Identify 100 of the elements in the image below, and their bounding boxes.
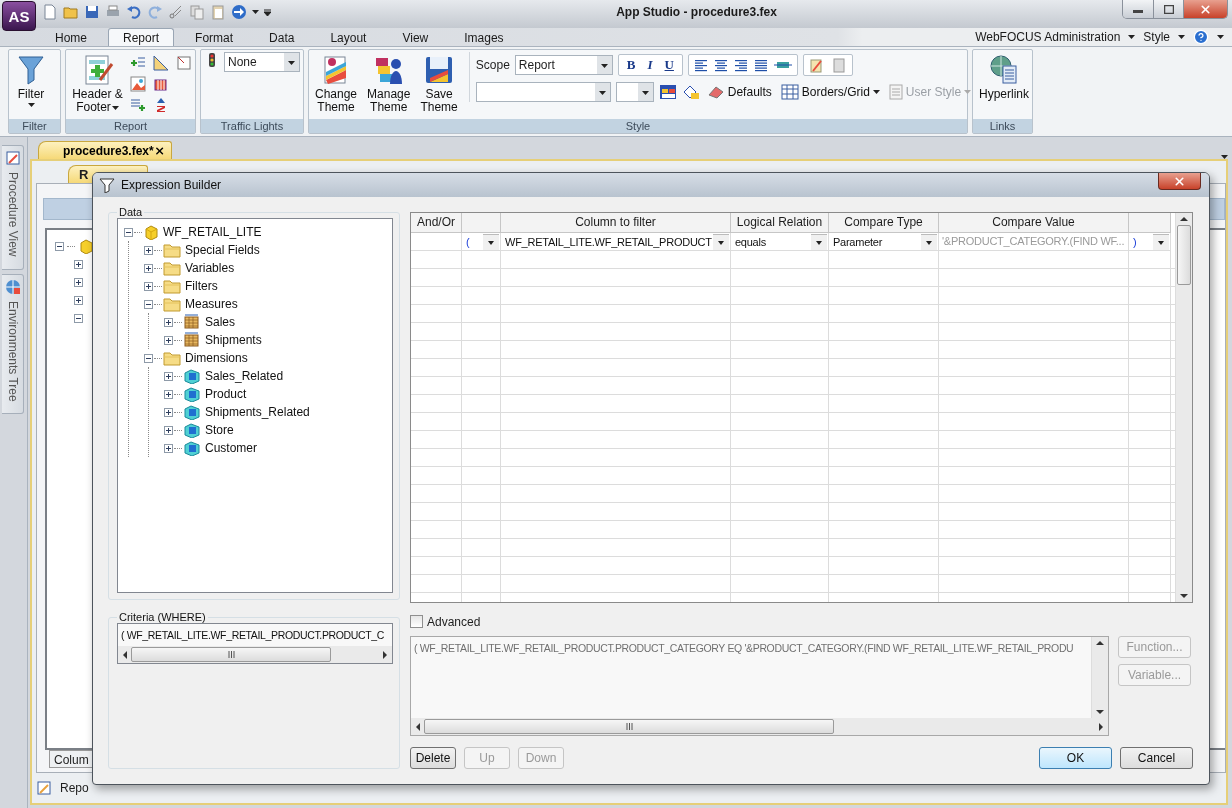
list-plus-icon[interactable] — [130, 97, 146, 113]
collapse-icon[interactable] — [144, 353, 153, 363]
close-button[interactable] — [1183, 0, 1227, 18]
criteria-field[interactable]: ( WF_RETAIL_LITE.WF_RETAIL_PRODUCT.PRODUCT_C — [117, 623, 393, 664]
action-button[interactable]: Delete — [410, 747, 456, 769]
tree-item[interactable]: Product — [205, 387, 247, 401]
status-tab[interactable]: Repo — [60, 781, 89, 795]
expand-icon[interactable] — [74, 277, 83, 287]
scroll-left-icon[interactable] — [415, 722, 421, 731]
cube-stack-icon[interactable] — [153, 76, 169, 92]
expand-icon[interactable] — [74, 295, 83, 305]
tree-item[interactable]: Shipments_Related — [205, 405, 310, 419]
close-button[interactable] — [1158, 173, 1201, 190]
expand-icon[interactable] — [164, 389, 173, 399]
scroll-left-icon[interactable] — [122, 650, 128, 659]
expand-icon[interactable] — [144, 263, 153, 273]
style-action-button[interactable]: Borders/Grid — [778, 84, 882, 100]
align-right-icon[interactable] — [733, 58, 748, 72]
align-left-icon[interactable] — [693, 58, 708, 72]
traffic-lights-select[interactable]: None — [224, 52, 300, 72]
app-logo[interactable]: AS — [2, 1, 36, 31]
collapse-icon[interactable] — [124, 227, 133, 237]
scroll-right-icon[interactable] — [1098, 722, 1104, 731]
maximize-button[interactable] — [1153, 0, 1183, 18]
help-button[interactable] — [1193, 29, 1224, 45]
scissors-icon[interactable] — [168, 4, 184, 20]
clipboard-icon[interactable] — [830, 57, 847, 73]
menu-button[interactable]: Style — [1143, 30, 1185, 44]
expand-icon[interactable] — [164, 425, 173, 435]
format-button[interactable]: U — [661, 57, 677, 73]
paint-bucket-icon[interactable] — [681, 84, 700, 100]
scroll-thumb[interactable] — [424, 719, 834, 734]
header-footer-button[interactable]: Header & Footer — [69, 52, 126, 116]
format-button[interactable]: I — [644, 57, 656, 73]
expand-icon[interactable] — [164, 371, 173, 381]
ribbon-tab[interactable]: Report — [108, 28, 175, 46]
tree-item[interactable]: Measures — [185, 297, 238, 311]
ribbon-tab[interactable]: Format — [180, 28, 249, 46]
expand-icon[interactable] — [144, 245, 153, 255]
expand-icon[interactable] — [164, 443, 173, 453]
paint-brush-icon[interactable] — [808, 57, 825, 73]
ruler-icon[interactable] — [153, 55, 169, 71]
expression-field[interactable]: ( WF_RETAIL_LITE.WF_RETAIL_PRODUCT.PRODUCT_CATEGORY EQ '&PRODUCT_CATEGORY.(FIND WF_RETAIL_LITE.WF_RETAIL_PRODU — [410, 635, 1109, 736]
paren-select[interactable]: ) — [1129, 233, 1171, 251]
relation-select[interactable]: equals — [731, 233, 829, 251]
tree-item[interactable]: Store — [205, 423, 234, 437]
hyperlink-button[interactable]: Hyperlink — [976, 52, 1032, 103]
theme-button[interactable]: Manage Theme — [364, 52, 414, 116]
ribbon-tab[interactable]: View — [387, 28, 444, 46]
vertical-scrollbar[interactable] — [1091, 636, 1108, 718]
collapse-icon[interactable] — [144, 299, 153, 309]
theme-button[interactable]: Save Theme — [417, 52, 461, 116]
scroll-down-icon[interactable] — [1096, 709, 1104, 715]
customize-icon[interactable] — [264, 8, 271, 16]
side-panel-tab[interactable]: Environments Tree — [2, 273, 24, 415]
scroll-down-icon[interactable] — [1180, 592, 1188, 599]
ribbon-tab[interactable]: Images — [449, 28, 519, 46]
ok-button[interactable]: OK — [1039, 747, 1112, 769]
style-action-button[interactable]: Defaults — [704, 84, 774, 100]
close-icon[interactable] — [153, 144, 165, 157]
expand-icon[interactable] — [144, 281, 153, 291]
tree-item[interactable]: Filters — [185, 279, 218, 293]
arrow-circle-icon[interactable] — [231, 4, 247, 20]
expand-icon[interactable] — [74, 259, 83, 269]
format-button[interactable]: B — [623, 57, 639, 73]
undo-icon[interactable] — [126, 4, 142, 20]
scroll-up-icon[interactable] — [1096, 639, 1104, 646]
column-select[interactable]: WF_RETAIL_LITE.WF_RETAIL_PRODUCT — [501, 233, 731, 251]
compare-type-select[interactable]: Parameter — [829, 233, 939, 251]
expand-icon[interactable] — [164, 335, 173, 345]
table-color-icon[interactable] — [658, 84, 677, 100]
tree-item[interactable]: Dimensions — [185, 351, 248, 365]
cancel-button[interactable]: Cancel — [1120, 747, 1193, 769]
checkbox[interactable] — [410, 615, 423, 629]
ribbon-tab[interactable]: Data — [254, 28, 310, 46]
collapse-icon[interactable] — [55, 241, 64, 251]
document-tab[interactable]: procedure3.fex* — [38, 141, 172, 159]
collapse-icon[interactable] — [74, 313, 83, 323]
menu-button[interactable]: WebFOCUS Administration — [975, 30, 1136, 44]
justify-icon[interactable] — [753, 58, 768, 72]
tree-item[interactable]: WF_RETAIL_LITE — [163, 225, 262, 239]
scroll-thumb[interactable] — [131, 647, 331, 662]
save-icon[interactable] — [84, 4, 100, 20]
expand-icon[interactable] — [164, 317, 173, 327]
tree-item[interactable]: Customer — [205, 441, 257, 455]
ribbon-tab[interactable]: Home — [40, 28, 102, 46]
tree-item[interactable]: Special Fields — [185, 243, 260, 257]
align-center-icon[interactable] — [713, 58, 728, 72]
clipboard-icon[interactable] — [210, 4, 226, 20]
tree-item[interactable]: Shipments — [205, 333, 262, 347]
ribbon-tab[interactable]: Layout — [315, 28, 382, 46]
tree-item[interactable]: Variables — [185, 261, 235, 275]
tree-item[interactable]: Sales_Related — [205, 369, 284, 383]
checkbox-label[interactable]: Advanced — [427, 614, 481, 629]
side-panel-tab[interactable]: Procedure View — [2, 145, 24, 270]
filter-button[interactable]: Filter — [12, 52, 50, 109]
tree-item[interactable]: Sales — [205, 315, 236, 329]
theme-button[interactable]: Change Theme — [312, 52, 361, 116]
scroll-right-icon[interactable] — [382, 650, 388, 659]
scope-select[interactable]: Report — [514, 55, 613, 75]
